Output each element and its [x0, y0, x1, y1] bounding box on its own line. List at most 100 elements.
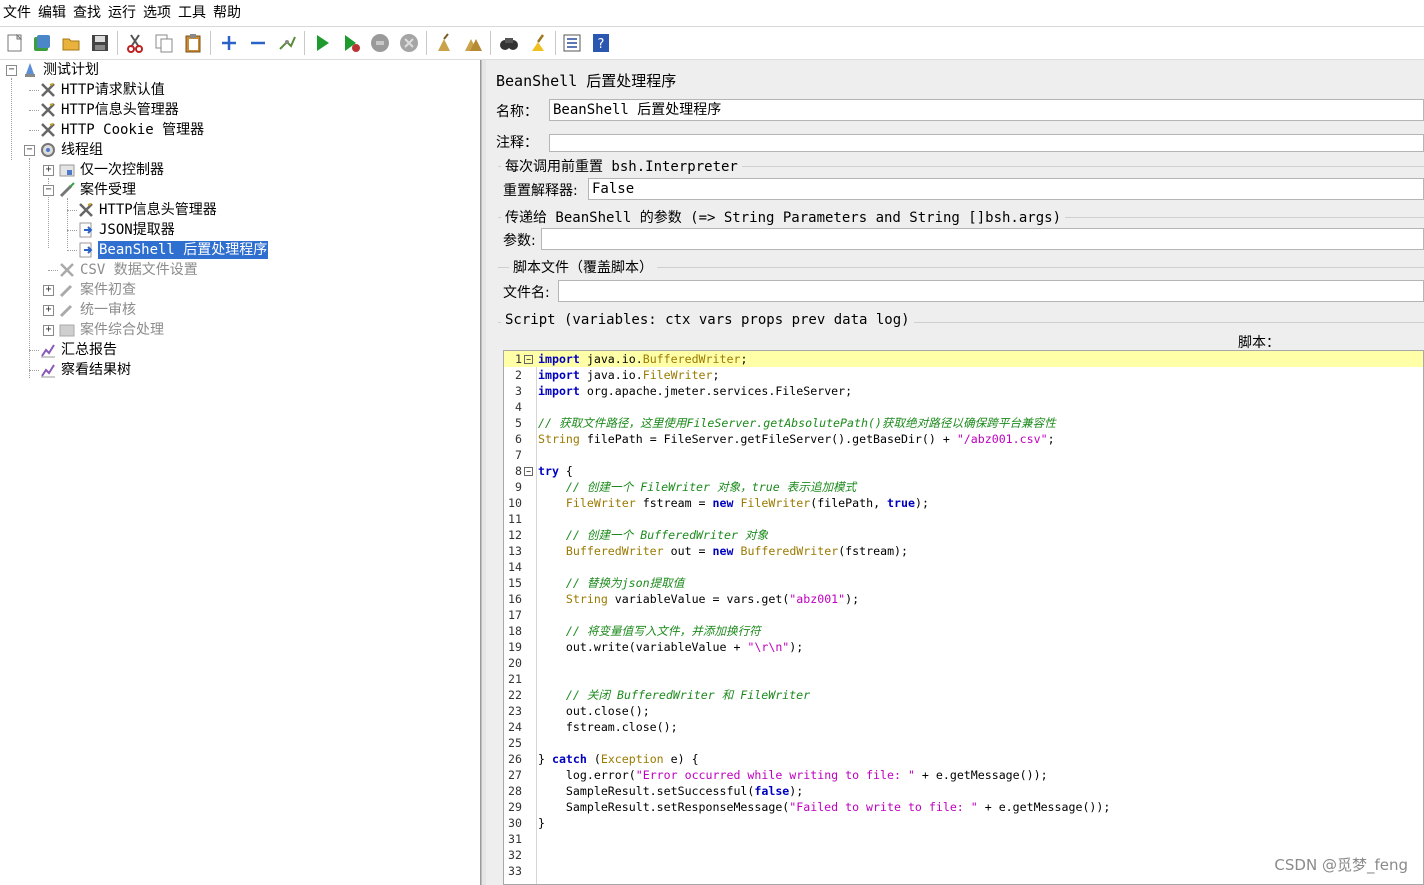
tree-node-header-manager-child[interactable]: HTTP信息头管理器 [77, 200, 218, 220]
code-line[interactable]: 29 SampleResult.setResponseMessage("Fail… [504, 799, 1423, 815]
menu-file[interactable]: 文件 [0, 0, 35, 26]
search-icon[interactable] [498, 32, 520, 54]
tree-collapse-toggle[interactable]: − [24, 145, 35, 156]
menu-run[interactable]: 运行 [105, 0, 140, 26]
params-field[interactable] [541, 228, 1424, 250]
fold-toggle-icon[interactable]: − [524, 467, 533, 476]
code-line[interactable]: 28 SampleResult.setSuccessful(false); [504, 783, 1423, 799]
code-line[interactable]: 18 // 将变量值写入文件，并添加换行符 [504, 623, 1423, 639]
tree-node-once-only-controller[interactable]: 仅一次控制器 [58, 160, 165, 180]
code-text: BufferedWriter out = new BufferedWriter(… [565, 544, 909, 558]
code-line[interactable]: 19 out.write(variableValue + "\r\n"); [504, 639, 1423, 655]
copy-icon[interactable] [153, 32, 175, 54]
new-icon[interactable] [4, 32, 26, 54]
code-line[interactable]: 17 [504, 607, 1423, 623]
menu-edit[interactable]: 编辑 [35, 0, 70, 26]
tree-node-thread-group[interactable]: 线程组 [39, 140, 104, 160]
tree-collapse-toggle[interactable]: − [6, 65, 17, 76]
script-file-group-title: 脚本文件（覆盖脚本） [509, 257, 657, 277]
start-no-pause-icon[interactable] [340, 32, 362, 54]
code-line[interactable]: 9 // 创建一个 FileWriter 对象，true 表示追加模式 [504, 479, 1423, 495]
tree-node-test-plan[interactable]: 测试计划 [21, 60, 100, 80]
tree-node-case-initial-review[interactable]: 案件初查 [58, 280, 137, 300]
toggle-icon[interactable] [276, 32, 298, 54]
code-line[interactable]: 25 [504, 735, 1423, 751]
expand-icon[interactable] [218, 32, 240, 54]
line-number: 33 [508, 864, 522, 878]
code-line[interactable]: 26} catch (Exception e) { [504, 751, 1423, 767]
tree-node-http-defaults[interactable]: HTTP请求默认值 [39, 80, 166, 100]
code-line[interactable]: 22 // 关闭 BufferedWriter 和 FileWriter [504, 687, 1423, 703]
tree-expand-toggle[interactable]: + [43, 165, 54, 176]
reset-interpreter-field[interactable]: False [588, 178, 1424, 200]
tree-node-cookie-manager[interactable]: HTTP Cookie 管理器 [39, 120, 205, 140]
code-line[interactable]: 21 [504, 671, 1423, 687]
tree-node-header-manager[interactable]: HTTP信息头管理器 [39, 100, 180, 120]
tree-expand-toggle[interactable]: + [43, 325, 54, 336]
code-line[interactable]: 24 fstream.close(); [504, 719, 1423, 735]
start-icon[interactable] [311, 32, 333, 54]
tree-expand-toggle[interactable]: + [43, 305, 54, 316]
collapse-icon[interactable] [247, 32, 269, 54]
code-line[interactable]: 14 [504, 559, 1423, 575]
open-icon[interactable] [60, 32, 82, 54]
cut-icon[interactable] [124, 32, 146, 54]
tree-node-csv-data-set[interactable]: CSV 数据文件设置 [58, 260, 199, 280]
stop-icon[interactable] [369, 32, 391, 54]
templates-icon[interactable] [31, 32, 53, 54]
paste-icon[interactable] [182, 32, 204, 54]
code-line[interactable]: 23 out.close(); [504, 703, 1423, 719]
name-label: 名称： [496, 104, 538, 120]
code-line[interactable]: 5 // 获取文件路径，这里使用FileServer.getAbsolutePat… [504, 415, 1423, 431]
filename-field[interactable] [558, 280, 1424, 302]
tree-expand-toggle[interactable]: + [43, 285, 54, 296]
code-line[interactable]: 2 import java.io.FileWriter; [504, 367, 1423, 383]
code-line[interactable]: 1− import java.io.BufferedWriter; [504, 351, 1423, 367]
code-line[interactable]: 8− try { [504, 463, 1423, 479]
menu-tools[interactable]: 工具 [175, 0, 210, 26]
function-helper-icon[interactable] [561, 32, 583, 54]
code-line[interactable]: 3 import org.apache.jmeter.services.FileS… [504, 383, 1423, 399]
help-icon[interactable]: ? [590, 32, 612, 54]
code-line[interactable]: 7 [504, 447, 1423, 463]
name-field[interactable]: BeanShell 后置处理程序 [549, 99, 1424, 121]
script-editor[interactable]: 1− import java.io.BufferedWriter; 2 import … [503, 350, 1424, 885]
reset-search-icon[interactable] [527, 32, 549, 54]
save-icon[interactable] [89, 32, 111, 54]
menu-bar: 文件 编辑 查找 运行 选项 工具 帮助 [0, 0, 1424, 27]
code-text: out.close(); [538, 704, 650, 718]
code-line[interactable]: 13 BufferedWriter out = new BufferedWrit… [504, 543, 1423, 559]
code-line[interactable]: 30} [504, 815, 1423, 831]
code-line[interactable]: 20 [504, 655, 1423, 671]
code-line[interactable]: 16 String variableValue = vars.get("abz0… [504, 591, 1423, 607]
code-line[interactable]: 12 // 创建一个 BufferedWriter 对象 [504, 527, 1423, 543]
svg-text:?: ? [598, 37, 605, 52]
tree-collapse-toggle[interactable]: − [43, 185, 54, 196]
code-line[interactable]: 4 [504, 399, 1423, 415]
menu-search[interactable]: 查找 [70, 0, 105, 26]
tree-node-view-results-tree[interactable]: 察看结果树 [39, 360, 132, 380]
code-line[interactable]: 31 [504, 831, 1423, 847]
line-number: 26 [508, 752, 522, 766]
menu-options[interactable]: 选项 [140, 0, 175, 26]
code-line[interactable]: 27 log.error("Error occurred while writi… [504, 767, 1423, 783]
tree-node-case-acceptance[interactable]: 案件受理 [58, 180, 137, 200]
tree-node-case-comprehensive[interactable]: 案件综合处理 [58, 320, 165, 340]
tree-node-summary-report[interactable]: 汇总报告 [39, 340, 118, 360]
clear-all-icon[interactable] [462, 32, 484, 54]
menu-help[interactable]: 帮助 [210, 0, 245, 26]
code-line[interactable]: 6 String filePath = FileServer.getFileSer… [504, 431, 1423, 447]
shutdown-icon[interactable] [398, 32, 420, 54]
comment-field[interactable] [549, 134, 1424, 152]
fold-toggle-icon[interactable]: − [524, 355, 533, 364]
code-text: } [538, 816, 545, 830]
clear-icon[interactable] [433, 32, 455, 54]
code-line[interactable]: 15 // 替换为json提取值 [504, 575, 1423, 591]
tree-node-json-extractor[interactable]: JSON提取器 [77, 220, 176, 240]
tree-node-unified-review[interactable]: 统一审核 [58, 300, 137, 320]
test-plan-tree[interactable]: − − + − + + + 测试计划 HTTP请求默认值 HTTP信息头管理器 … [0, 60, 481, 885]
code-line[interactable]: 10 FileWriter fstream = new FileWriter(f… [504, 495, 1423, 511]
line-number: 23 [508, 704, 522, 718]
code-line[interactable]: 11 [504, 511, 1423, 527]
tree-node-beanshell-postprocessor[interactable]: BeanShell 后置处理程序 [77, 240, 270, 260]
